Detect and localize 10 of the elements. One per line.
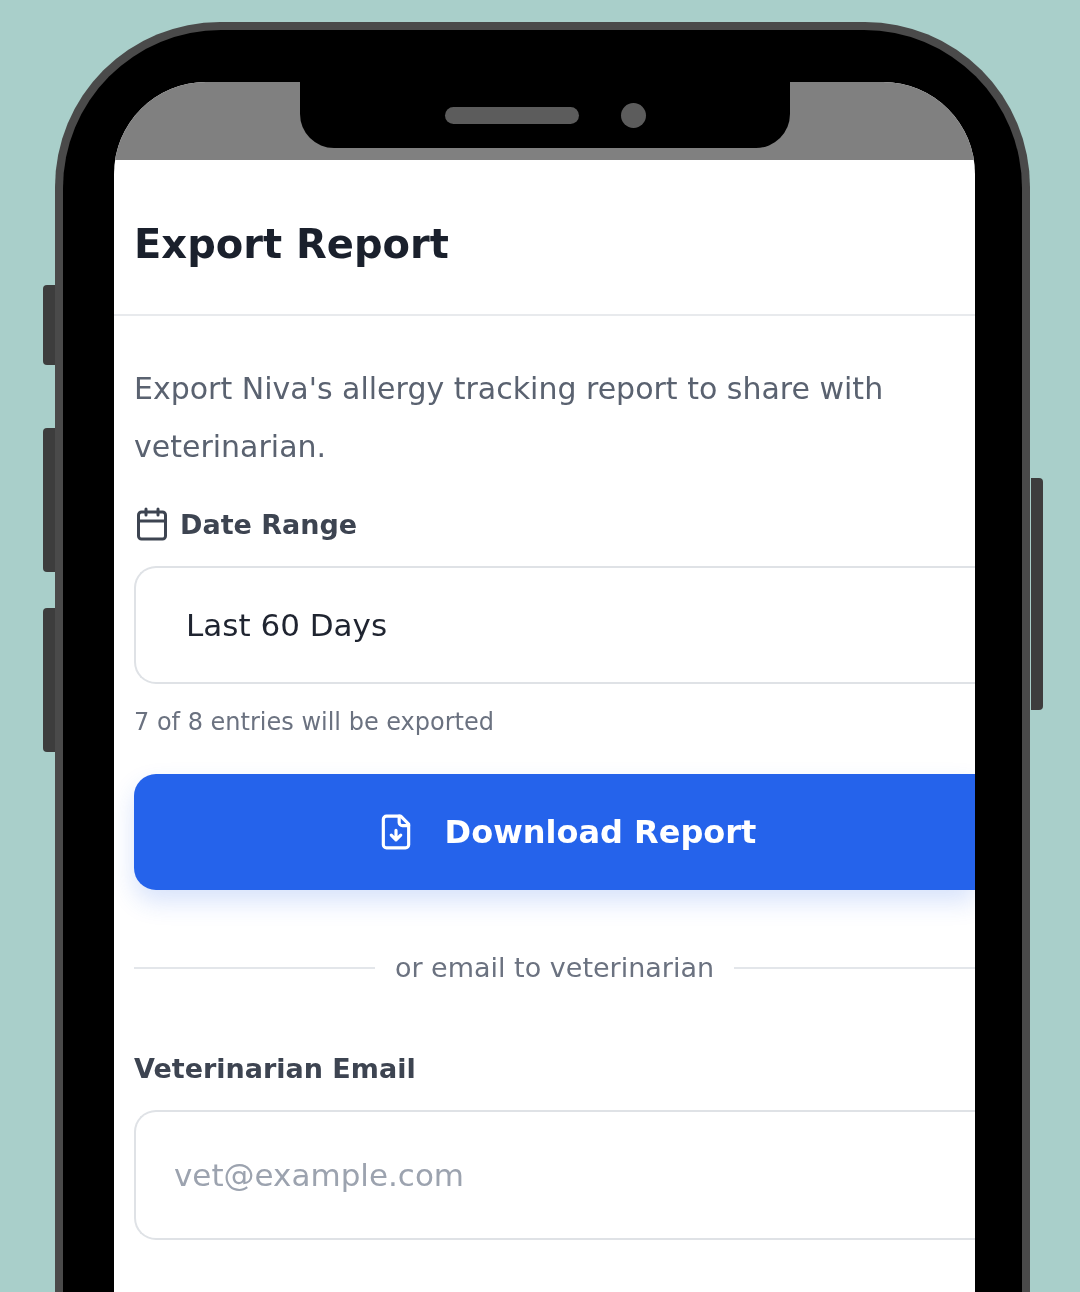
dialog-description: Export Niva's allergy tracking report to share with veterinarian. bbox=[134, 370, 885, 466]
separator-text: or email to veterinarian bbox=[394, 952, 715, 983]
calendar-icon bbox=[134, 506, 170, 542]
email-field[interactable]: vet@example.com bbox=[134, 1110, 975, 1240]
helper-text: 7 of 8 entries will be exported bbox=[134, 708, 495, 736]
dialog-title: Export Report bbox=[134, 222, 450, 266]
field-label: Veterinarian Email bbox=[134, 1053, 417, 1084]
download-button[interactable]: Download Report bbox=[134, 774, 975, 890]
date-range-select[interactable]: Last 60 Days bbox=[134, 566, 975, 684]
field-label: Date Range bbox=[180, 508, 358, 540]
